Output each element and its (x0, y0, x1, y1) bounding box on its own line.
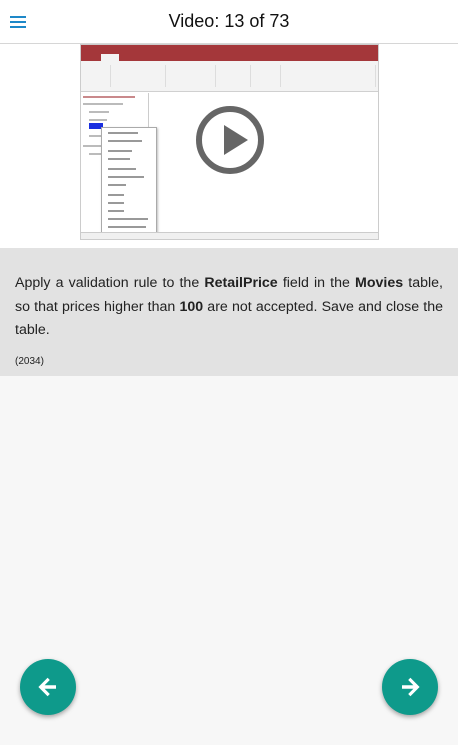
thumbnail-ribbon-group (281, 65, 376, 87)
play-icon[interactable] (196, 106, 264, 174)
task-keyword: RetailPrice (204, 275, 278, 291)
thumbnail-ribbon-tabs (81, 53, 378, 61)
thumbnail-nav-header (83, 96, 135, 98)
thumbnail-ribbon-group (111, 65, 166, 87)
thumbnail-nav-line (89, 111, 109, 113)
thumbnail-ribbon-group (216, 65, 251, 87)
task-keyword: Movies (355, 275, 404, 291)
thumbnail-ribbon-group (83, 65, 111, 87)
task-id: (2034) (15, 356, 44, 367)
previous-button[interactable] (20, 659, 76, 715)
next-button[interactable] (382, 659, 438, 715)
page-title: Video: 13 of 73 (168, 11, 290, 31)
thumbnail-ribbon-group (166, 65, 216, 87)
thumbnail-titlebar (81, 45, 378, 53)
video-thumbnail[interactable] (80, 44, 379, 240)
arrow-left-icon (38, 677, 56, 697)
task-instructions: Apply a validation rule to the RetailPri… (15, 272, 443, 343)
thumbnail-nav-line (89, 119, 107, 121)
thumbnail-context-menu (101, 127, 157, 235)
top-bar: Video: 13 of 73 (0, 0, 458, 44)
arrow-right-icon (402, 677, 420, 697)
task-keyword: 100 (179, 298, 204, 315)
thumbnail-ribbon-group (251, 65, 281, 87)
video-area (0, 44, 458, 248)
task-panel: Apply a validation rule to the RetailPri… (0, 248, 458, 376)
thumbnail-active-tab (101, 54, 119, 61)
thumbnail-nav-line (83, 145, 103, 147)
thumbnail-statusbar (81, 232, 378, 239)
task-text-segment: Apply a validation rule to the (15, 275, 205, 291)
thumbnail-nav-line (83, 103, 123, 105)
task-text-segment: field in the (277, 275, 356, 291)
